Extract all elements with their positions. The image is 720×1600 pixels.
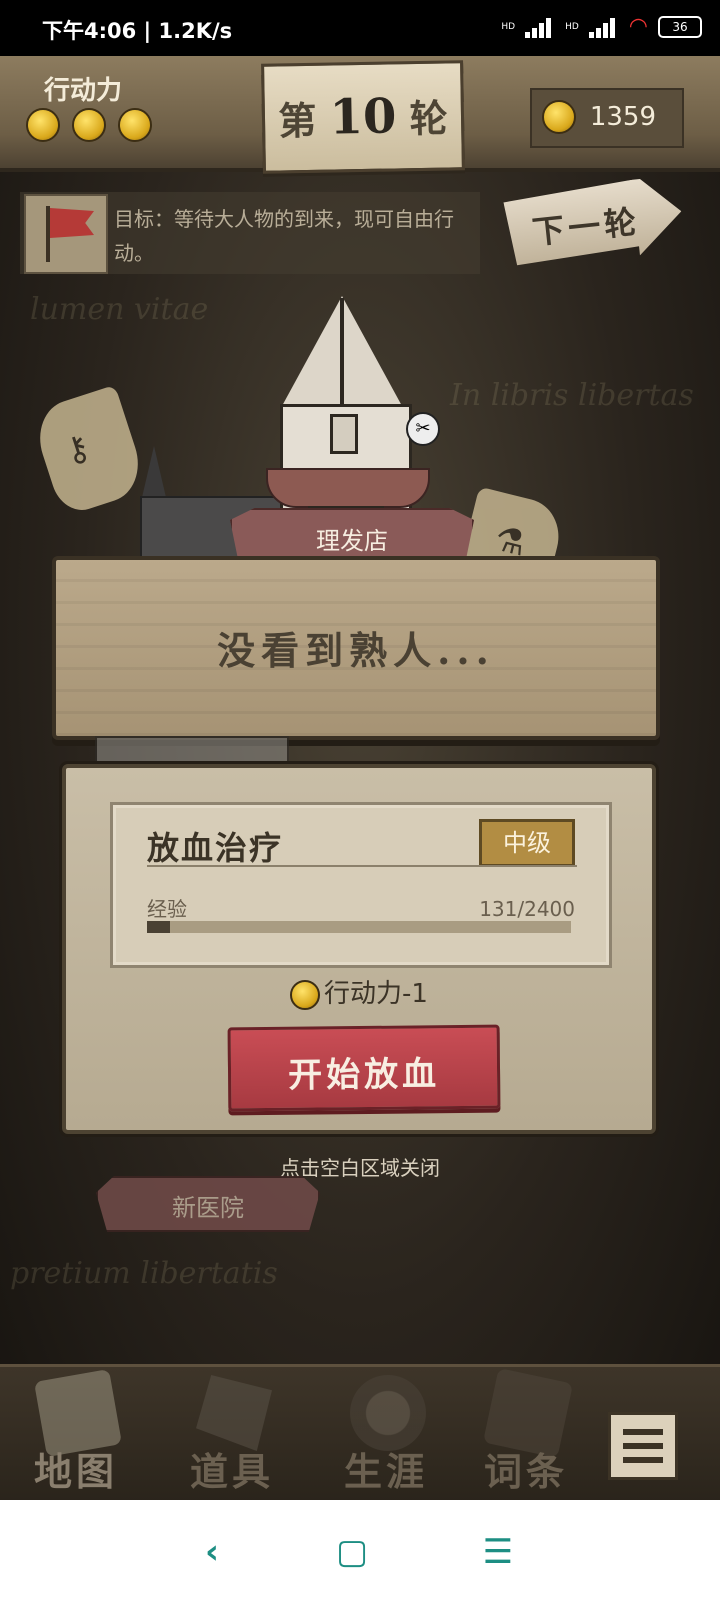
nav-terms[interactable]: 词条 [456, 1367, 596, 1503]
action-point-coin-icon [72, 108, 106, 142]
gold-counter: 1359 [530, 88, 684, 148]
objective-text: 目标：等待大人物的到来，现可自由行动。 [114, 207, 454, 265]
hd-label-2: HD [565, 21, 579, 32]
top-bar: 行动力 第 10 轮 1359 [0, 56, 720, 174]
status-bar: 下午4:06 | 1.2K/s HD HD ◠ 36 [0, 0, 720, 56]
next-round-button[interactable]: 下一轮 [506, 176, 682, 266]
coin-icon [290, 979, 321, 1010]
home-icon[interactable]: ▢ [332, 1532, 372, 1572]
message-sign: 没看到熟人... [52, 556, 660, 740]
medal-icon [350, 1375, 426, 1451]
nav-career-label: 生涯 [343, 1449, 428, 1494]
hd-label: HD [501, 21, 516, 32]
nav-map-label: 地图 [33, 1449, 118, 1494]
xp-progress-fill [147, 921, 171, 933]
key-icon: ⚷ [59, 426, 96, 473]
map-bg-text-1: lumen vitae [30, 292, 209, 327]
skill-name: 放血治疗 [147, 829, 284, 867]
status-icons: HD HD ◠ 36 [501, 14, 702, 39]
divider [147, 865, 577, 867]
list-icon [623, 1429, 663, 1435]
action-cost-text: 行动力-1 [324, 979, 428, 1009]
nav-terms-label: 词条 [483, 1449, 568, 1494]
scissors-icon: ✂ [406, 412, 440, 446]
xp-label: 经验 [147, 897, 187, 921]
game-screen[interactable]: lumen vitae In libris libertas pretium l… [0, 56, 720, 1503]
round-prefix: 第 [278, 97, 317, 144]
nav-map[interactable]: 地图 [6, 1367, 146, 1503]
door-icon [330, 414, 358, 454]
nav-items[interactable]: 道具 [162, 1367, 302, 1503]
signal-icon-2 [588, 16, 619, 38]
skill-rank-badge: 中级 [479, 819, 575, 867]
list-icon-line [623, 1443, 663, 1449]
action-points-label: 行动力 [44, 76, 123, 106]
map-bg-text-2: In libris libertas [450, 378, 694, 413]
sign-message: 没看到熟人... [217, 628, 495, 673]
status-time: 下午4:06 | 1.2K/s [42, 19, 233, 43]
action-point-coin-icon [118, 108, 152, 142]
hospital-name: 新医院 [172, 1194, 244, 1222]
action-points-coins [26, 108, 152, 142]
gold-coin-icon [542, 100, 576, 134]
system-nav-bar: ‹ ▢ ☰ [0, 1500, 720, 1600]
xp-value: 131/2400 [479, 897, 575, 921]
shop-name: 理发店 [316, 527, 388, 555]
signal-icon [525, 16, 555, 38]
map-scroll-left[interactable]: ⚷ [29, 384, 149, 518]
round-number: 10 [329, 88, 397, 146]
round-plaque: 第 10 轮 [261, 60, 465, 174]
start-bloodletting-button[interactable]: 开始放血 [227, 1024, 501, 1112]
close-hint: 点击空白区域关闭 [280, 1156, 440, 1180]
objective-banner: 目标：等待大人物的到来，现可自由行动。 [20, 192, 480, 274]
wifi-icon: ◠ [628, 14, 648, 39]
hospital-name-ribbon[interactable]: 新医院 [96, 1176, 320, 1232]
start-button-label: 开始放血 [287, 1054, 441, 1096]
skill-card: 放血治疗 中级 经验 131/2400 [110, 802, 612, 968]
back-icon[interactable]: ‹ [192, 1532, 232, 1572]
skill-panel: 放血治疗 中级 经验 131/2400 行动力-1 开始放血 [62, 764, 656, 1134]
action-cost: 行动力-1 [66, 973, 652, 1010]
recents-icon[interactable]: ☰ [478, 1532, 518, 1572]
action-point-coin-icon [26, 108, 60, 142]
nav-career[interactable]: 生涯 [316, 1367, 456, 1503]
battery-icon: 36 [658, 15, 702, 38]
map-bg-text-3: pretium libertatis [10, 1256, 278, 1291]
nav-items-label: 道具 [189, 1449, 274, 1494]
list-menu-button[interactable] [608, 1412, 678, 1480]
round-suffix: 轮 [409, 95, 449, 142]
gold-value: 1359 [589, 102, 656, 132]
xp-progress-bar [147, 921, 571, 933]
items-icon [196, 1375, 272, 1451]
flag-icon [24, 194, 108, 274]
list-icon-line [623, 1457, 663, 1463]
